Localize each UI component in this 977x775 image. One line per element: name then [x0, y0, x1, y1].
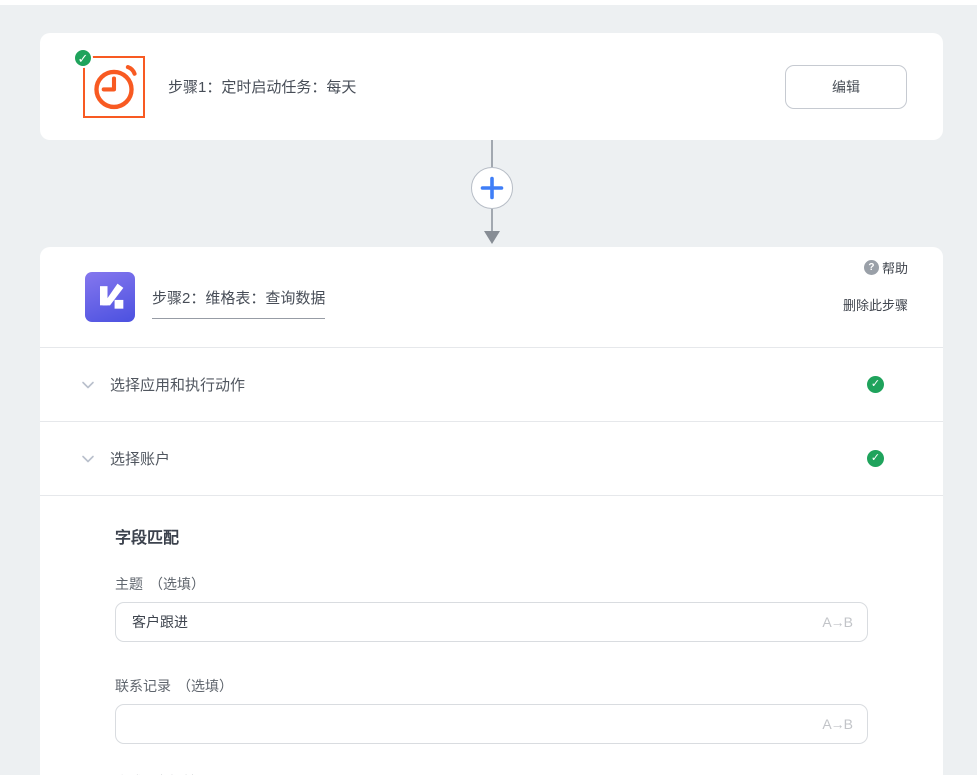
alarm-clock-icon: ✓ [73, 47, 145, 118]
plus-icon [480, 176, 503, 200]
help-label: 帮助 [881, 261, 908, 276]
chevron-down-icon [82, 455, 94, 462]
section-choose-app-action[interactable]: 选择应用和执行动作 ✓ [40, 347, 943, 421]
step2-title[interactable]: 步骤2：维格表：查询数据 [152, 287, 326, 319]
page-top-strip [0, 0, 977, 5]
section-label: 选择应用和执行动作 [110, 377, 246, 394]
workflow-connector [40, 140, 943, 247]
field-matching-section: 字段匹配 主题（选填） A→B 联系记录（选填） A→B 方式（选填） [40, 495, 943, 775]
subject-field[interactable] [115, 602, 868, 642]
edit-button[interactable]: 编辑 [785, 64, 907, 109]
step1-card: ✓ 步骤1：定时启动任务：每天 编辑 [40, 33, 943, 140]
field-input-wrap: A→B [115, 704, 868, 744]
contact-record-field[interactable] [115, 704, 868, 744]
section-label: 选择账户 [110, 451, 171, 468]
field-input-wrap: A→B [115, 602, 868, 642]
question-circle-icon: ? [863, 260, 879, 275]
step2-card: 步骤2：维格表：查询数据 ? 帮助 删除此步骤 选择应用和执行动作 ✓ 选择账户… [40, 247, 943, 775]
field-label-subject: 主题 （选填） [115, 576, 205, 592]
a-to-b-mapper-icon[interactable]: A→B [822, 704, 853, 744]
vika-grid-logo-icon [85, 272, 135, 322]
connector-line-bottom [490, 209, 493, 231]
step2-header: 步骤2：维格表：查询数据 ? 帮助 删除此步骤 [40, 247, 943, 347]
check-circle-icon: ✓ [867, 376, 884, 393]
field-label-contact-record: 联系记录 （选填） [115, 678, 233, 694]
field-matching-heading: 字段匹配 [115, 530, 180, 547]
help-link[interactable]: ? 帮助 [863, 258, 908, 277]
step1-success-badge-icon: ✓ [73, 47, 93, 68]
chevron-down-icon [82, 381, 94, 388]
delete-step-link[interactable]: 删除此步骤 [843, 295, 908, 314]
connector-line-top [490, 140, 493, 167]
check-circle-icon: ✓ [867, 450, 884, 467]
step1-title: 步骤1：定时启动任务：每天 [168, 79, 357, 96]
arrow-down-icon [483, 231, 500, 244]
a-to-b-mapper-icon[interactable]: A→B [822, 602, 853, 642]
add-step-button[interactable] [470, 167, 513, 209]
section-choose-account[interactable]: 选择账户 ✓ [40, 421, 943, 495]
